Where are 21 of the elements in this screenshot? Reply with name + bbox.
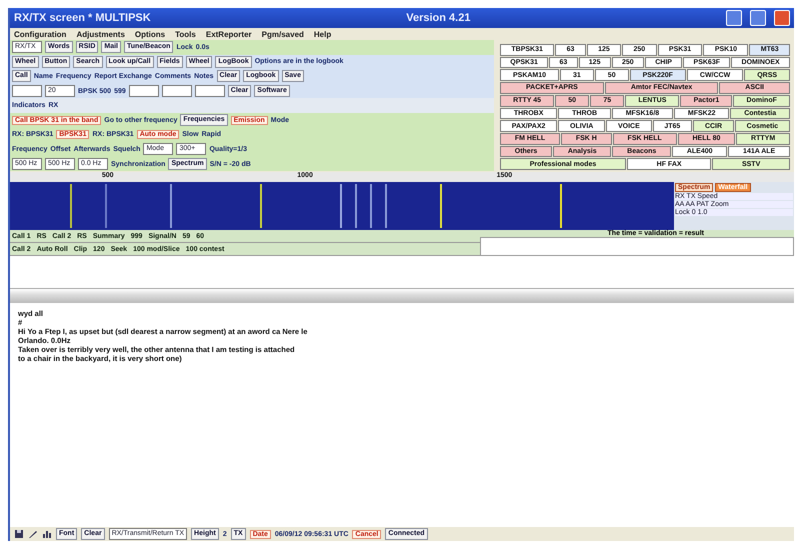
menu-item[interactable]: Pgm/saved [262, 30, 304, 38]
close-button[interactable] [774, 10, 790, 26]
input-field[interactable] [480, 237, 794, 256]
input-field[interactable] [12, 85, 42, 98]
menu-item[interactable]: ExtReporter [206, 30, 252, 38]
receive-text-area[interactable] [10, 256, 794, 289]
minimize-button[interactable] [726, 10, 742, 26]
input-field[interactable] [128, 85, 159, 98]
input-field[interactable] [194, 85, 225, 98]
bar-icon[interactable] [42, 529, 52, 539]
pen-icon[interactable] [28, 529, 38, 539]
menu-item[interactable]: Help [314, 30, 332, 38]
window-title: RX/TX screen * MULTIPSK [14, 12, 151, 24]
menu-item[interactable]: Options [134, 30, 166, 38]
menu-item[interactable]: Configuration [14, 30, 66, 38]
menu-item[interactable]: Adjustments [76, 30, 125, 38]
save-icon[interactable] [14, 529, 24, 539]
menu-item[interactable]: Tools [175, 30, 196, 38]
maximize-button[interactable] [750, 10, 766, 26]
input-field[interactable] [162, 85, 192, 98]
version-text: Version 4.21 [406, 12, 470, 24]
